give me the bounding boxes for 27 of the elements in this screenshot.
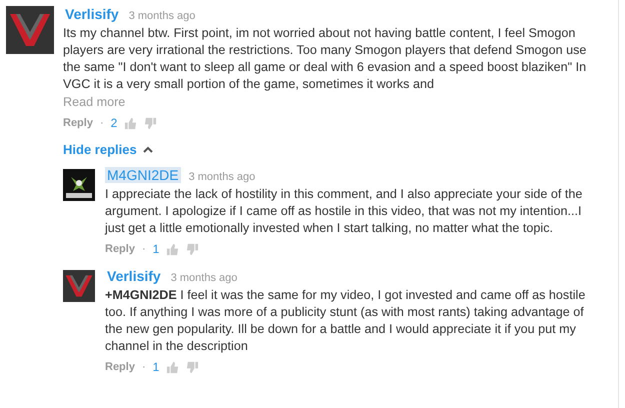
separator: · <box>142 361 146 373</box>
reply-link[interactable]: Reply <box>63 117 93 129</box>
hide-replies-link[interactable]: Hide replies <box>63 142 137 157</box>
author-name[interactable]: M4GNI2DE <box>105 167 181 183</box>
like-count: 1 <box>152 360 160 374</box>
thumbs-down-icon[interactable] <box>186 360 200 374</box>
thumbs-up-icon[interactable] <box>124 116 138 130</box>
author-name[interactable]: Verlisify <box>105 268 163 284</box>
reply-link[interactable]: Reply <box>105 361 135 373</box>
comment-text: Its my channel btw. First point, im not worried about not having battle content, I feel Smogon players are very irrational the restrictions. Too many Smogon players that defend Smogon use the same "I don't want to sleep all game or deal with 6 evasion and a speed boost blaziken" In VGC it is a very small portion of the game, sometimes it works and <box>63 25 588 93</box>
like-count: 2 <box>110 116 118 130</box>
thumbs-up-icon[interactable] <box>166 242 180 256</box>
thumbs-down-icon[interactable] <box>186 242 200 256</box>
thumbs-up-icon[interactable] <box>166 360 180 374</box>
like-count: 1 <box>152 242 160 256</box>
reply-link[interactable]: Reply <box>105 243 135 255</box>
comment-time[interactable]: 3 months ago <box>188 171 256 183</box>
comment-time[interactable]: 3 months ago <box>170 272 238 284</box>
separator: · <box>100 117 104 129</box>
author-name[interactable]: Verlisify <box>63 6 121 22</box>
comment-text: I appreciate the lack of hostility in this comment, and I also appreciate your side of the argument. I apologize if I came off as hostile in this video, that was not my intention...I just get a little emotionally invested when I start talking, no matter what the topic. <box>105 186 584 237</box>
comment-text: +M4GNI2DE I feel it was the same for my video, I got invested and came off as hostile too. If anything I was more of a publicity stunt (as with most rants) taking advantage of the new gen popularity. Ill be down for a battle and I would appreciate it if you put my channel in the description <box>105 287 586 355</box>
comment-time[interactable]: 3 months ago <box>128 10 196 22</box>
read-more-link[interactable]: Read more <box>63 95 126 109</box>
caret-icon[interactable] <box>142 146 153 153</box>
thumbs-down-icon[interactable] <box>144 116 158 130</box>
separator: · <box>142 243 146 255</box>
